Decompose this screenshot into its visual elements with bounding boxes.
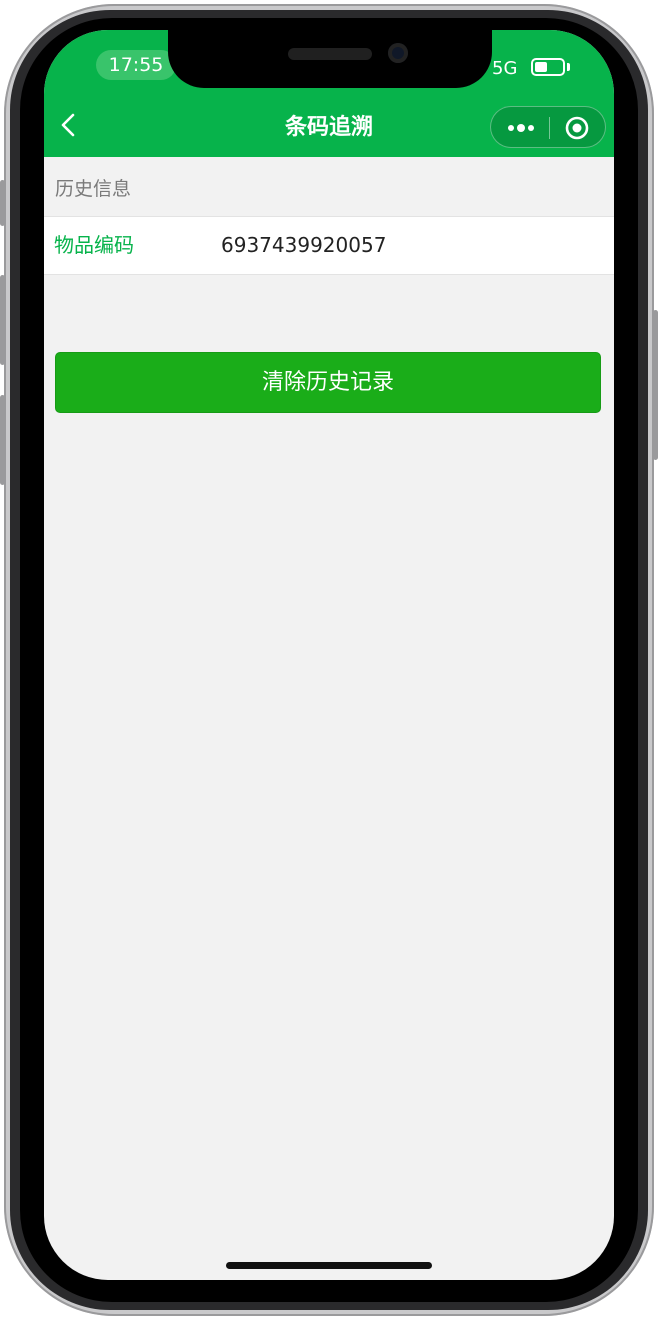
history-item-value: 6937439920057 <box>221 233 387 257</box>
history-item-label: 物品编码 <box>54 233 134 257</box>
network-indicator: 5G <box>492 58 518 79</box>
battery-level <box>535 62 547 72</box>
status-time: 17:55 <box>108 54 164 76</box>
phone-screen: 17:55 5G 条码追溯 历史信息 物品编码 6937439920057 清除… <box>44 30 614 1280</box>
notch <box>168 30 492 88</box>
clear-history-button[interactable]: 清除历史记录 <box>55 352 601 413</box>
silent-switch <box>0 180 5 226</box>
volume-down-button <box>0 395 5 485</box>
history-item[interactable]: 物品编码 6937439920057 <box>44 216 614 275</box>
mini-program-capsule <box>490 106 606 148</box>
power-button <box>653 310 658 460</box>
history-section-label: 历史信息 <box>55 178 132 200</box>
home-indicator <box>226 1262 432 1269</box>
battery-cap <box>567 63 570 71</box>
volume-up-button <box>0 275 5 365</box>
target-circle-icon <box>565 116 589 140</box>
more-dots-icon <box>508 124 534 132</box>
more-button[interactable] <box>507 119 535 137</box>
battery-icon <box>531 58 565 76</box>
capsule-divider <box>549 117 550 139</box>
front-camera <box>388 43 408 63</box>
close-mini-program-button[interactable] <box>565 116 589 140</box>
speaker-grille <box>288 48 372 60</box>
